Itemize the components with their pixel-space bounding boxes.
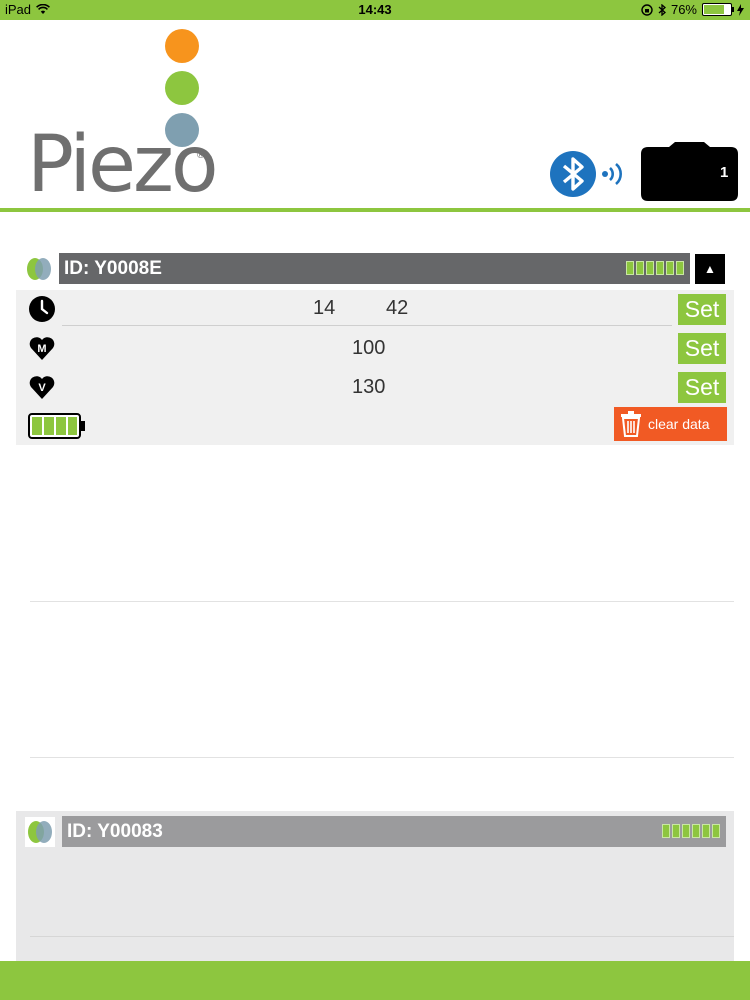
collapse-button[interactable]: ▲ (695, 254, 725, 284)
battery-percent: 76% (670, 2, 697, 17)
status-time: 14:43 (358, 2, 392, 17)
signal-segment (656, 261, 664, 275)
signal-segment (712, 824, 720, 838)
clock-icon (29, 296, 55, 322)
list-divider (30, 601, 734, 602)
signal-segment (702, 824, 710, 838)
footer-bar (0, 961, 750, 1000)
signal-segment (626, 261, 634, 275)
device-header[interactable]: ID: Y00083 (62, 816, 726, 847)
chevron-up-icon: ▲ (704, 262, 716, 276)
signal-strength-bars (626, 261, 684, 275)
set-v-button[interactable]: Set (678, 372, 726, 403)
device-header[interactable]: ID: Y0008E (59, 253, 690, 284)
connected-device-count: 1 (720, 164, 729, 181)
logo-text: Piezo (27, 120, 219, 210)
signal-segment (646, 261, 654, 275)
device-indicator-icon (27, 258, 51, 280)
signal-segment (692, 824, 700, 838)
svg-text:M: M (37, 343, 46, 355)
bluetooth-icon[interactable] (549, 150, 597, 198)
signal-segment (636, 261, 644, 275)
signal-segment (666, 261, 674, 275)
status-right: 76% (641, 2, 744, 17)
list-divider (30, 936, 734, 937)
svg-text:V: V (38, 382, 46, 394)
row-separator (62, 325, 672, 326)
time-hour-value[interactable]: 14 (313, 297, 335, 320)
bluetooth-icon (658, 3, 666, 16)
trash-icon (621, 411, 641, 437)
clear-data-label: clear data (648, 416, 710, 432)
charging-icon (737, 3, 744, 16)
status-battery-fill (704, 5, 724, 14)
status-battery-icon (702, 3, 734, 16)
signal-waves-icon (602, 163, 622, 185)
status-bar: iPad 14:43 76% (0, 0, 750, 20)
m-value[interactable]: 100 (352, 337, 385, 360)
orientation-lock-icon (641, 3, 653, 16)
signal-segment (682, 824, 690, 838)
logo-dot-orange (165, 29, 199, 63)
set-time-button[interactable]: Set (678, 294, 726, 325)
logo-registered-mark: ® (197, 150, 205, 161)
list-divider (30, 757, 734, 758)
heart-v-icon: V (29, 376, 55, 399)
signal-segment (672, 824, 680, 838)
device-id: ID: Y00083 (67, 821, 163, 842)
device-id: ID: Y0008E (64, 258, 162, 279)
battery-icon (28, 413, 85, 439)
heart-m-icon: M (29, 337, 55, 360)
clear-data-button[interactable]: clear data (614, 407, 727, 441)
signal-segment (662, 824, 670, 838)
signal-strength-bars (662, 824, 720, 838)
device-indicator-icon (25, 817, 55, 847)
set-m-button[interactable]: Set (678, 333, 726, 364)
time-minute-value[interactable]: 42 (386, 297, 408, 320)
logo-dot-green (165, 71, 199, 105)
v-value[interactable]: 130 (352, 376, 385, 399)
header-divider (0, 208, 750, 212)
signal-segment (676, 261, 684, 275)
